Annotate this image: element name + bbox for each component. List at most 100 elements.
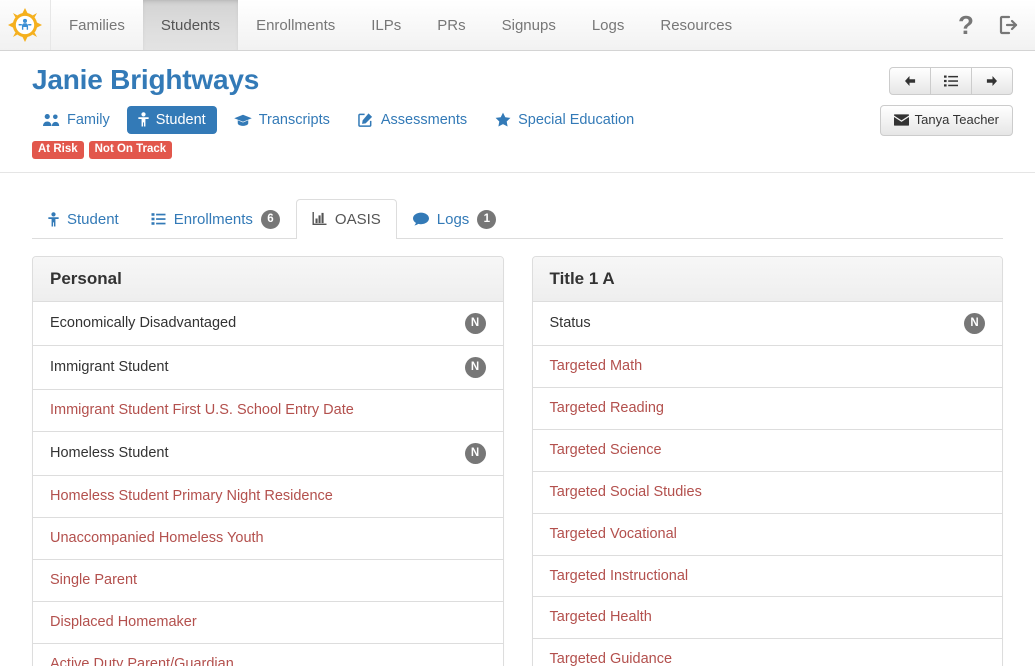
question-mark-icon: ? — [958, 10, 974, 40]
envelope-icon — [893, 114, 909, 127]
list-item[interactable]: Immigrant Student N — [33, 345, 503, 389]
list-item[interactable]: Targeted Science — [532, 429, 1002, 471]
record-navigation-group — [889, 67, 1013, 95]
tab-oasis-label: OASIS — [334, 210, 381, 228]
tab-enrollments-badge: 6 — [260, 209, 280, 229]
oasis-panels: Personal Economically Disadvantaged N Im… — [32, 256, 1003, 666]
message-teacher-button[interactable]: Tanya Teacher — [879, 105, 1013, 136]
row-label: Homeless Student — [50, 445, 169, 462]
nav-item-ilps[interactable]: ILPs — [353, 0, 419, 50]
comment-icon — [412, 212, 429, 226]
row-label: Status — [549, 315, 591, 332]
row-label: Immigrant Student First U.S. School Entr… — [50, 402, 354, 419]
list-item[interactable]: Status N — [533, 302, 1003, 345]
pill-family-label: Family — [67, 111, 110, 128]
pill-student[interactable]: Student — [126, 105, 217, 134]
list-item[interactable]: Targeted Health — [532, 596, 1002, 638]
status-badge: N — [464, 357, 486, 379]
page-title: Janie Brightways — [32, 64, 260, 95]
nav-item-signups[interactable]: Signups — [484, 0, 574, 50]
nav-item-resources[interactable]: Resources — [642, 0, 750, 50]
panel-title-1-a-title: Title 1 A — [532, 257, 1002, 303]
list-item[interactable]: Targeted Guidance — [532, 638, 1002, 666]
signout-button[interactable] — [995, 10, 1021, 40]
list-item[interactable]: Targeted Vocational — [532, 512, 1002, 555]
list-item[interactable]: Unaccompanied Homeless Youth — [33, 517, 503, 559]
pill-special-education[interactable]: Special Education — [484, 106, 645, 134]
row-label: Targeted Health — [549, 609, 652, 626]
status-badge-at-risk[interactable]: At Risk — [32, 140, 84, 160]
row-label: Targeted Guidance — [549, 651, 673, 666]
nav-item-prs[interactable]: PRs — [419, 0, 483, 50]
edit-icon — [358, 113, 372, 128]
list-item[interactable]: Targeted Instructional — [532, 554, 1002, 597]
tab-logs-badge: 1 — [477, 209, 497, 229]
tab-student[interactable]: Student — [32, 199, 135, 240]
list-item[interactable]: Homeless Student Primary Night Residence — [33, 475, 503, 517]
nav-item-families[interactable]: Families — [51, 0, 143, 50]
tab-student-label: Student — [67, 210, 119, 228]
row-label: Targeted Reading — [549, 400, 664, 417]
row-label: Unaccompanied Homeless Youth — [50, 530, 264, 547]
arrow-left-icon — [905, 76, 916, 86]
users-icon — [43, 113, 60, 126]
record-list-button[interactable] — [930, 67, 972, 95]
panel-personal-title: Personal — [33, 257, 503, 303]
panel-title-1-a: Title 1 A Status N Targeted Math Targete… — [531, 256, 1003, 666]
row-label: Immigrant Student — [50, 359, 169, 376]
status-badge-not-on-track[interactable]: Not On Track — [88, 140, 173, 160]
tab-logs[interactable]: Logs 1 — [397, 199, 513, 240]
row-label: Active Duty Parent/Guardian — [50, 655, 234, 666]
list-icon — [944, 75, 958, 87]
pill-student-label: Student — [155, 111, 206, 128]
tab-enrollments-label: Enrollments — [173, 210, 253, 228]
status-badge: N — [464, 443, 486, 465]
brand-logo[interactable] — [0, 0, 51, 50]
pill-transcripts[interactable]: Transcripts — [223, 106, 341, 134]
list-item[interactable]: Homeless Student N — [33, 431, 503, 475]
top-navbar: Families Students Enrollments ILPs PRs S… — [0, 0, 1035, 51]
arrow-right-icon — [986, 76, 997, 86]
list-item[interactable]: Single Parent — [33, 558, 503, 601]
tab-logs-label: Logs — [436, 210, 470, 228]
list-item[interactable]: Targeted Math — [532, 345, 1002, 387]
panel-personal: Personal Economically Disadvantaged N Im… — [32, 256, 504, 666]
nav-item-students[interactable]: Students — [142, 0, 239, 50]
graduation-cap-icon — [233, 114, 252, 126]
row-label: Homeless Student Primary Night Residence — [50, 488, 333, 505]
list-item[interactable]: Economically Disadvantaged N — [33, 302, 503, 345]
header-controls: Tanya Teacher — [879, 67, 1013, 136]
previous-record-button[interactable] — [889, 67, 931, 95]
child-icon — [138, 112, 149, 127]
pill-transcripts-label: Transcripts — [258, 111, 330, 128]
list-item[interactable]: Targeted Social Studies — [532, 470, 1002, 513]
student-section-nav: Family Student Transcripts Assessments S… — [32, 105, 1013, 134]
list-item[interactable]: Targeted Reading — [532, 387, 1002, 429]
row-label: Economically Disadvantaged — [50, 315, 237, 332]
tab-enrollments[interactable]: Enrollments 6 — [135, 199, 296, 240]
bar-chart-icon — [312, 212, 327, 226]
help-button[interactable]: ? — [953, 10, 979, 40]
child-icon — [48, 212, 59, 227]
nav-item-enrollments[interactable]: Enrollments — [238, 0, 353, 50]
panel-personal-list: Economically Disadvantaged N Immigrant S… — [33, 302, 503, 666]
row-label: Displaced Homemaker — [50, 613, 197, 630]
pill-assessments-label: Assessments — [380, 111, 468, 128]
nav-item-logs[interactable]: Logs — [574, 0, 643, 50]
status-badge: N — [464, 313, 486, 335]
list-item[interactable]: Immigrant Student First U.S. School Entr… — [33, 389, 503, 431]
next-record-button[interactable] — [971, 67, 1013, 95]
pill-family[interactable]: Family — [32, 106, 121, 134]
row-label: Targeted Vocational — [549, 525, 677, 542]
navbar-actions: ? — [953, 0, 1035, 50]
list-item[interactable]: Active Duty Parent/Guardian — [33, 642, 503, 666]
row-label: Single Parent — [50, 571, 138, 588]
main-content: Student Enrollments 6 OASIS Logs 1 Perso… — [0, 197, 1035, 666]
pill-assessments[interactable]: Assessments — [347, 106, 478, 134]
row-label: Targeted Math — [549, 358, 643, 375]
student-header: Janie Brightways Family Student Transcri… — [0, 51, 1035, 173]
list-item[interactable]: Displaced Homemaker — [33, 600, 503, 643]
row-label: Targeted Science — [549, 442, 662, 459]
primary-nav: Families Students Enrollments ILPs PRs S… — [51, 0, 953, 50]
tab-oasis[interactable]: OASIS — [295, 198, 397, 239]
